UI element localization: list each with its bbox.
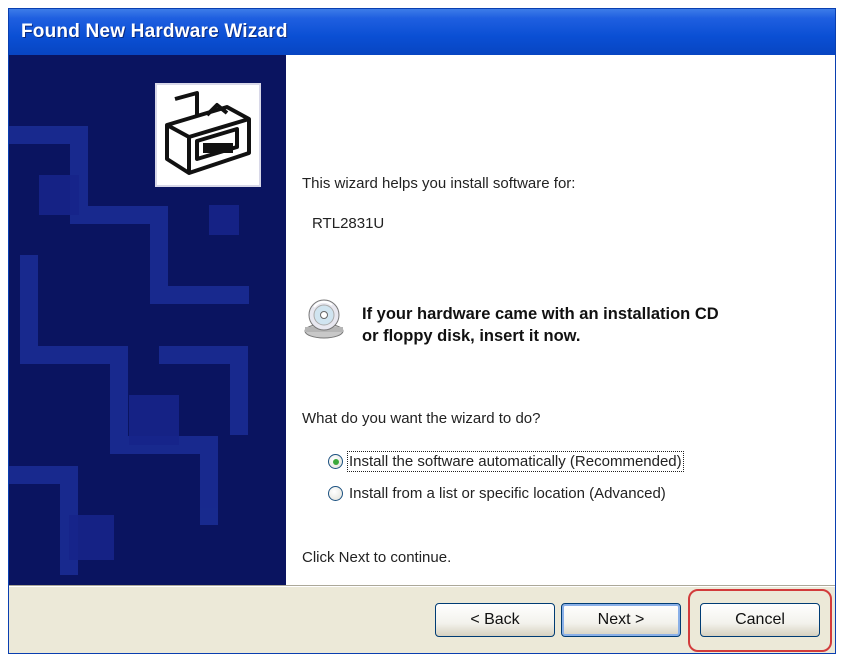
- option-label[interactable]: Install the software automatically (Reco…: [347, 451, 684, 472]
- question-text: What do you want the wizard to do?: [302, 410, 541, 427]
- cd-icon: [302, 297, 346, 341]
- footer-hint: Click Next to continue.: [302, 549, 452, 566]
- cd-message-line-1: If your hardware came with an installati…: [362, 305, 719, 323]
- wizard-side-banner: [9, 55, 286, 585]
- option-install-automatically[interactable]: Install the software automatically (Reco…: [328, 451, 684, 472]
- option-install-from-list[interactable]: Install from a list or specific location…: [328, 485, 666, 502]
- wizard-window: Found New Hardware Wizard This wizard he…: [8, 8, 836, 654]
- device-name: RTL2831U: [312, 215, 385, 232]
- wizard-content: This wizard helps you install software f…: [286, 55, 835, 585]
- intro-text: This wizard helps you install software f…: [302, 175, 576, 192]
- back-button[interactable]: < Back: [435, 603, 555, 637]
- separator: [9, 585, 835, 587]
- cd-message-line-2: or floppy disk, insert it now.: [362, 327, 581, 345]
- option-label[interactable]: Install from a list or specific location…: [349, 485, 666, 502]
- title-bar[interactable]: Found New Hardware Wizard: [9, 9, 835, 55]
- radio-button[interactable]: [328, 486, 343, 501]
- hardware-icon: [155, 83, 261, 187]
- window-title: Found New Hardware Wizard: [21, 21, 288, 42]
- next-button[interactable]: Next >: [561, 603, 681, 637]
- radio-button[interactable]: [328, 454, 343, 469]
- cd-message: If your hardware came with an installati…: [362, 303, 719, 347]
- cancel-highlight-ring: [688, 589, 832, 652]
